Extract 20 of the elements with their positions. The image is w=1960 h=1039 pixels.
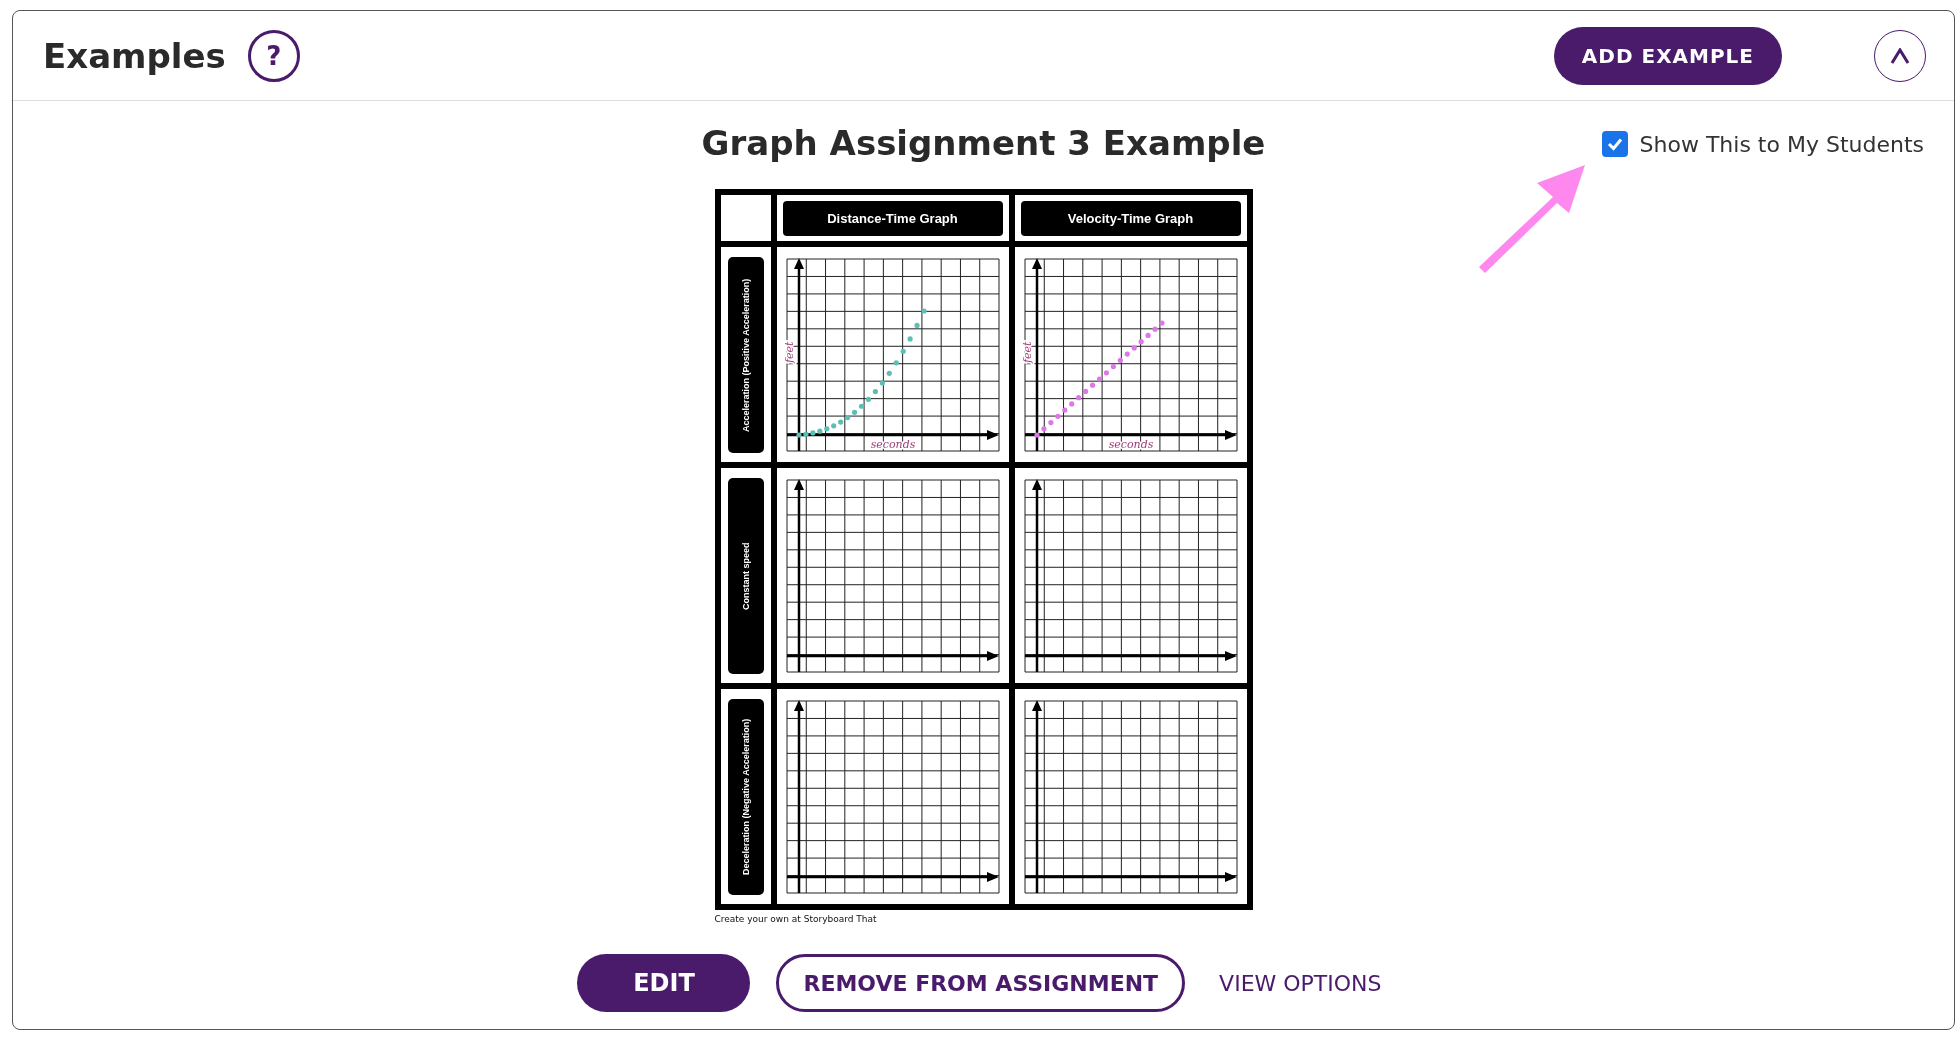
edit-button[interactable]: EDIT (577, 954, 751, 1012)
collapse-button[interactable] (1874, 29, 1926, 82)
add-example-button[interactable]: ADD EXAMPLE (1553, 26, 1782, 85)
section-title: Examples (43, 35, 226, 76)
axis-label: feet (784, 341, 796, 363)
axis-label: feet (1022, 341, 1034, 363)
show-students-checkbox[interactable] (1601, 131, 1628, 157)
checkbox-label: Show This to My Students (1639, 131, 1924, 157)
column-header: Velocity-Time Graph (1020, 200, 1241, 236)
row-header: Acceleration (Positive Acceleration) (727, 256, 764, 453)
remove-button[interactable]: REMOVE FROM ASSIGNMENT (776, 954, 1186, 1012)
credit-text: Create your own at Storyboard That (714, 914, 878, 924)
view-options-link[interactable]: VIEW OPTIONS (1211, 970, 1390, 996)
column-header: Distance-Time Graph (782, 200, 1003, 236)
row-header: Deceleration (Negative Acceleration) (727, 698, 764, 895)
example-title: Graph Assignment 3 Example (701, 123, 1266, 165)
chevron-up-icon (1889, 47, 1911, 64)
blank-corner-cell (720, 195, 771, 241)
row-header: Constant speed (727, 477, 764, 674)
help-button[interactable]: ? (247, 29, 300, 82)
